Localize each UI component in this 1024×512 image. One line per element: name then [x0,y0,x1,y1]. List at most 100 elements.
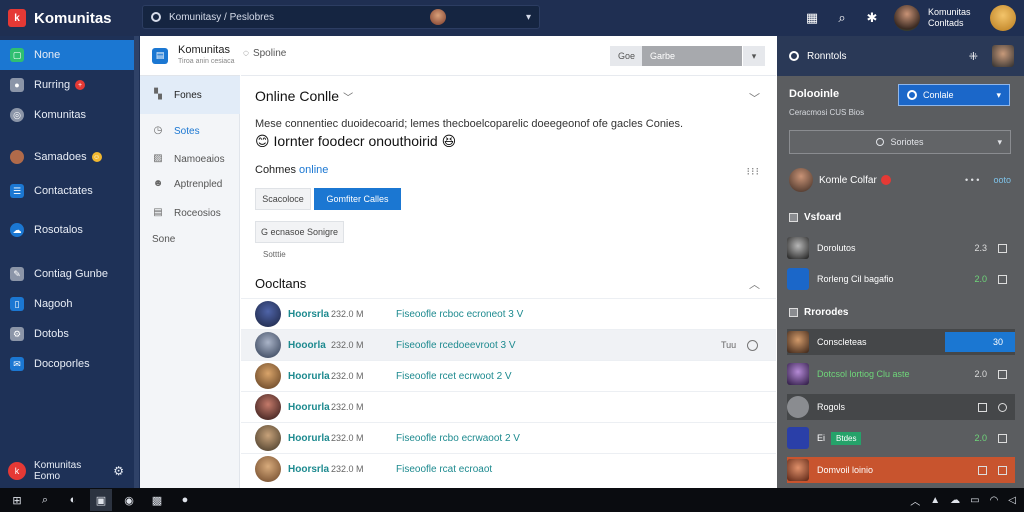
wifi-icon[interactable]: ◠ [990,495,999,506]
contact-time: 232.0 M [331,464,364,474]
app-taskbar-icon[interactable]: ▣ [90,489,112,511]
top-bar: k Komunitas Komunitasy / Peslobres ▾ ▦ ⌕… [0,0,1024,36]
dots-grid-icon[interactable]: ⁝⁝⁝ [747,165,761,178]
sub-item-aptrenpled[interactable]: ☻ Aptrenpled [140,171,240,197]
search-icon[interactable]: ⌕ [834,10,850,26]
volume-icon[interactable]: ◁ [1008,495,1016,506]
expand-icon[interactable] [998,369,1007,379]
more-dots[interactable]: • • • [965,175,979,185]
nav-item-none[interactable]: ▢ None [0,40,134,70]
nav-item-rurring[interactable]: ● Rurring + [0,70,134,100]
table-row[interactable]: Hoorurla 232.0 M Fiseoofle rcbo ecrwaoot… [241,422,776,453]
help-icon[interactable] [998,402,1007,412]
list-item-value[interactable]: 30 [945,332,1015,352]
radio-button[interactable] [747,339,758,351]
sub-item-sotes[interactable]: ◷ Sotes [140,118,240,144]
search-icon [876,138,885,146]
list-item[interactable]: Ei Btdes 2.0 [787,425,1015,451]
tab-label: Spoline [252,48,287,59]
checkbox-icon [789,213,798,222]
green-app-icon[interactable]: ● [174,489,196,511]
user-menu[interactable]: Komunitas Conltads [894,5,976,31]
avatar-icon [10,150,24,164]
puzzle-icon[interactable]: ✱ [864,10,880,26]
nav-footer[interactable]: k Komunitas Eomo ⚙ [0,454,134,488]
expand-icon[interactable] [998,465,1007,475]
nav-item-dotobs[interactable]: ⚙ Dotobs [0,319,134,349]
confirm-calls-button[interactable]: Gomfiter Calles [314,188,401,210]
nav-item-label: Contactates [34,185,93,197]
nav-item-nagooh[interactable]: ▯ Nagooh [0,289,134,319]
folder-icon[interactable]: ▭ [970,495,979,506]
network-icon[interactable]: ▲ [930,495,940,506]
chat-icon: ✉ [10,357,24,371]
grid-icon[interactable]: ⁜ [969,50,978,63]
refresh-icon: ◌ [243,48,249,59]
list-item[interactable]: Rogols [787,394,1015,420]
list-item[interactable]: Rorleng Cil bagafio 2.0 [787,266,1015,292]
image-icon[interactable] [978,465,987,475]
right-search[interactable]: Soriotes ▾ [789,130,1011,154]
tab-spoline[interactable]: ◌ Spoline [243,48,286,59]
avatar [787,363,809,385]
windows-start-icon[interactable]: ⊞ [6,489,28,511]
edge-browser-icon[interactable]: ◐ [62,489,84,511]
global-search[interactable]: Komunitasy / Peslobres ▾ [142,5,540,29]
toolbar-select[interactable]: Garbe [642,46,742,66]
table-row[interactable]: Hoorurla 232.0 M [241,391,776,422]
sub-item-namoeaios[interactable]: ▨ Namoeaios [140,146,240,172]
online-section-title[interactable]: Online Conlle ﹀ [255,88,353,104]
online-dropdown-label: Conlale [923,90,954,100]
online-dropdown[interactable]: Conlale ▾ [898,84,1010,106]
search-icon[interactable]: ⌕ [34,489,56,511]
chevron-up-icon[interactable]: ︿ [749,276,760,292]
cloud-icon[interactable]: ☁ [950,495,960,506]
avatar[interactable] [992,45,1014,67]
chevron-up-icon[interactable]: ︿ [910,493,920,508]
sub-item-sone[interactable]: Sone [140,226,240,252]
table-row[interactable]: Hoorsrla 232.0 M Fiseoofle rcboc ecroneo… [241,298,776,329]
nav-item-rosotalos[interactable]: ☁ Rosotalos [0,215,134,245]
expand-icon[interactable] [998,243,1007,253]
table-row[interactable]: Hooorla 232.0 M Fiseoofle rcedoeevroot 3… [241,329,776,360]
nav-item-contiag-gunbe[interactable]: ✎ Contiag Gunbe [0,259,134,289]
sub-item-label: Aptrenpled [174,178,223,190]
right-user-link[interactable]: ooto [993,175,1011,185]
chevron-down-icon[interactable]: ▾ [526,12,531,23]
list-item[interactable]: Dotcsol lortiog Clu aste 2.0 [787,361,1015,387]
secondary-button[interactable]: G ecnasoe Sonigre [255,221,344,243]
chrome-icon[interactable]: ◉ [118,489,140,511]
nav-item-samadoes[interactable]: Samadoes ☺ [0,142,134,172]
nav-scrollbar[interactable] [134,36,139,488]
expand-icon[interactable] [998,274,1007,284]
right-user[interactable]: Komle Colfar • • • ooto [789,168,1011,192]
schedule-button[interactable]: Scacoloce [255,188,311,210]
collapse-icon[interactable]: ﹀ [749,90,760,106]
grin-icon: 😆 [441,133,457,149]
right-section-subtitle: Ceracmosi CUS Bios [789,108,865,117]
account-avatar[interactable] [990,5,1016,31]
brand[interactable]: k Komunitas [0,9,140,27]
sub-item-roceosios[interactable]: ▤ Roceosios [140,200,240,226]
list-item-value: 2.0 [974,274,987,284]
expand-icon[interactable] [998,433,1007,443]
table-row[interactable]: Hoorurla 232.0 M Fiseoofle rcet ecrwoot … [241,360,776,391]
chevron-down-icon[interactable]: ▾ [743,46,765,66]
game-icon[interactable]: ▩ [146,489,168,511]
sub-item-fones[interactable]: ▚ Fones [140,76,240,114]
system-tray: ︿ ▲ ☁ ▭ ◠ ◁ [910,488,1016,512]
toolbar-button-goe[interactable]: Goe [610,46,644,66]
contacts-title[interactable]: Oocltans [255,276,306,291]
nav-item-komunitas[interactable]: ◎ Komunitas [0,100,134,130]
list-item[interactable]: Dorolutos 2.3 [787,235,1015,261]
list-item[interactable]: Conscleteas 30 [787,329,1015,355]
grid-icon[interactable]: ▦ [804,10,820,26]
main-panel: ◌ Spoline Goe Garbe ▾ Online Conlle ﹀ ﹀ M… [241,36,776,488]
table-row[interactable]: Hoorsrla 232.0 M Fiseoofle rcat ecroaot [241,453,776,484]
button-note: Sotttie [263,250,286,259]
image-icon[interactable] [978,402,987,412]
nav-item-docoporles[interactable]: ✉ Docoporles [0,349,134,379]
list-item[interactable]: Domvoil loinio [787,457,1015,483]
nav-item-contactates[interactable]: ☰ Contactates [0,176,134,206]
settings-icon[interactable]: ⚙ [113,464,124,478]
